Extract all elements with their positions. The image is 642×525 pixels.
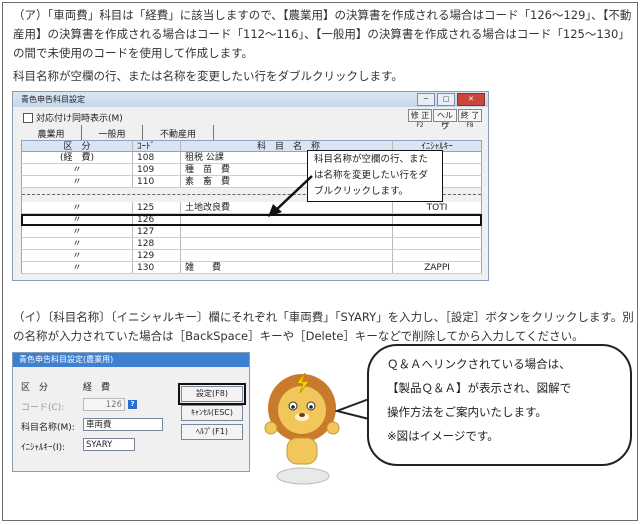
code-label: コード(C): (21, 403, 65, 413)
bubble-line-3: 操作方法をご案内いたします。 (387, 405, 547, 419)
qa-link-speech-bubble: Ｑ＆Ａへリンクされている場合は、 【製品Ｑ＆Ａ】が表示され、図解で 操作方法をご… (367, 344, 632, 466)
cancel-button[interactable]: ｷｬﾝｾﾙ(ESC) (181, 405, 243, 421)
code-field[interactable]: 126 (83, 398, 125, 411)
dialog-title: 青色申告科目設定(農業用) (13, 353, 249, 367)
subject-name-label: 科目名称(M): (21, 423, 75, 433)
help-icon[interactable]: ? (128, 400, 137, 409)
help-button[interactable]: ﾍﾙﾌﾟ(F1) (181, 424, 243, 440)
bubble-line-1: Ｑ＆Ａへリンクされている場合は、 (387, 357, 571, 371)
category-value: 経 費 (83, 383, 111, 393)
category-label: 区 分 (21, 383, 49, 393)
initial-key-input[interactable]: SYARY (83, 438, 135, 451)
bubble-line-2: 【製品Ｑ＆Ａ】が表示され、図解で (387, 381, 572, 395)
subject-edit-dialog: 青色申告科目設定(農業用) 区 分 経 費 コード(C): 126 ? 科目名称… (12, 352, 250, 472)
lion-mascot-icon (264, 372, 340, 485)
bubble-line-4: ※図はイメージです。 (387, 429, 499, 443)
set-button[interactable]: 設定(F8) (178, 383, 246, 405)
initial-key-label: ｲﾆｼｬﾙｷｰ(I): (21, 443, 66, 453)
subject-name-input[interactable]: 車両費 (83, 418, 163, 431)
instruction-paragraph-3: （イ）〔科目名称〕〔イニシャルキー〕欄にそれぞれ「車両費」「SYARY」を入力し… (13, 310, 634, 343)
